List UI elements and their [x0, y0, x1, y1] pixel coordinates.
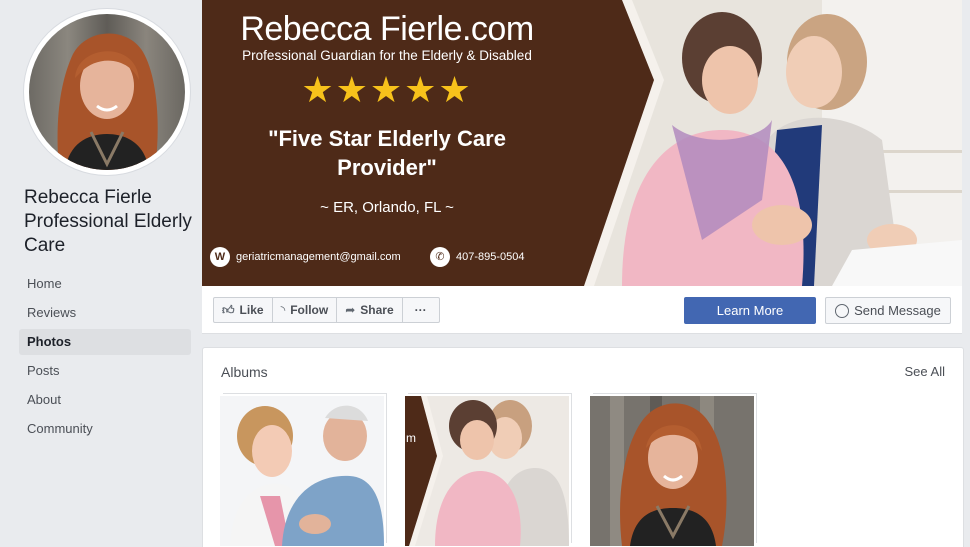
share-button[interactable]: ➦ Share [337, 298, 403, 322]
see-all-link[interactable]: See All [905, 364, 945, 379]
cover-location: ~ ER, Orlando, FL ~ [320, 199, 454, 216]
share-arrow-icon: ➦ [345, 303, 356, 317]
cover-quote: "Five Star Elderly Care Provider" [268, 126, 506, 180]
cover-subtitle: Professional Guardian for the Elderly & … [242, 48, 532, 63]
send-message-button[interactable]: Send Message [825, 297, 951, 324]
nav-item-community[interactable]: Community [19, 416, 191, 442]
album-thumbnail[interactable]: m [405, 396, 569, 546]
share-label: Share [360, 303, 394, 317]
cover-email: geriatricmanagement@gmail.com [236, 251, 401, 263]
page-action-bar: 👍︎ Like ◝ Follow ➦ Share ··· Learn More … [202, 286, 962, 334]
nav-item-reviews[interactable]: Reviews [19, 300, 191, 326]
nav-item-about[interactable]: About [19, 387, 191, 413]
follow-button[interactable]: ◝ Follow [273, 298, 338, 322]
album-thumbnail[interactable] [590, 396, 754, 546]
star-rating-icon: ★★★★★ [301, 69, 473, 110]
cover-phone: 407-895-0504 [456, 251, 525, 263]
nav-item-photos[interactable]: Photos [19, 329, 191, 355]
albums-title: Albums [221, 364, 268, 380]
phone-icon: ✆ [430, 247, 450, 267]
action-button-group: 👍︎ Like ◝ Follow ➦ Share ··· [213, 297, 440, 323]
like-label: Like [239, 303, 264, 317]
cover-title: Rebecca Fierle.com [240, 10, 534, 48]
profile-picture[interactable] [29, 14, 185, 170]
more-options-button[interactable]: ··· [403, 298, 439, 322]
follow-label: Follow [290, 303, 329, 317]
send-message-label: Send Message [854, 303, 941, 318]
profile-picture-frame[interactable] [24, 9, 190, 175]
svg-text:m: m [406, 431, 416, 445]
rss-icon: ◝ [280, 303, 286, 317]
web-icon: W [210, 247, 230, 267]
messenger-icon [835, 303, 850, 318]
left-sidebar: Rebecca Fierle Professional Elderly Care… [0, 0, 200, 546]
page-name[interactable]: Rebecca Fierle Professional Elderly Care [24, 186, 200, 258]
more-options-label: ··· [414, 303, 427, 317]
cover-email-row: W geriatricmanagement@gmail.com [210, 247, 401, 267]
cover-phone-row: ✆ 407-895-0504 [430, 247, 525, 267]
like-button[interactable]: 👍︎ Like [214, 298, 273, 322]
learn-more-button[interactable]: Learn More [684, 297, 816, 324]
cover-photo[interactable]: Rebecca Fierle.com Professional Guardian… [202, 0, 962, 286]
album-thumbnail[interactable] [220, 396, 384, 546]
nav-item-posts[interactable]: Posts [19, 358, 191, 384]
thumbs-up-icon: 👍︎ [222, 303, 235, 317]
nav-item-home[interactable]: Home [19, 271, 191, 297]
page-nav: Home Reviews Photos Posts About Communit… [19, 271, 191, 445]
albums-section: Albums See All m [202, 347, 964, 547]
